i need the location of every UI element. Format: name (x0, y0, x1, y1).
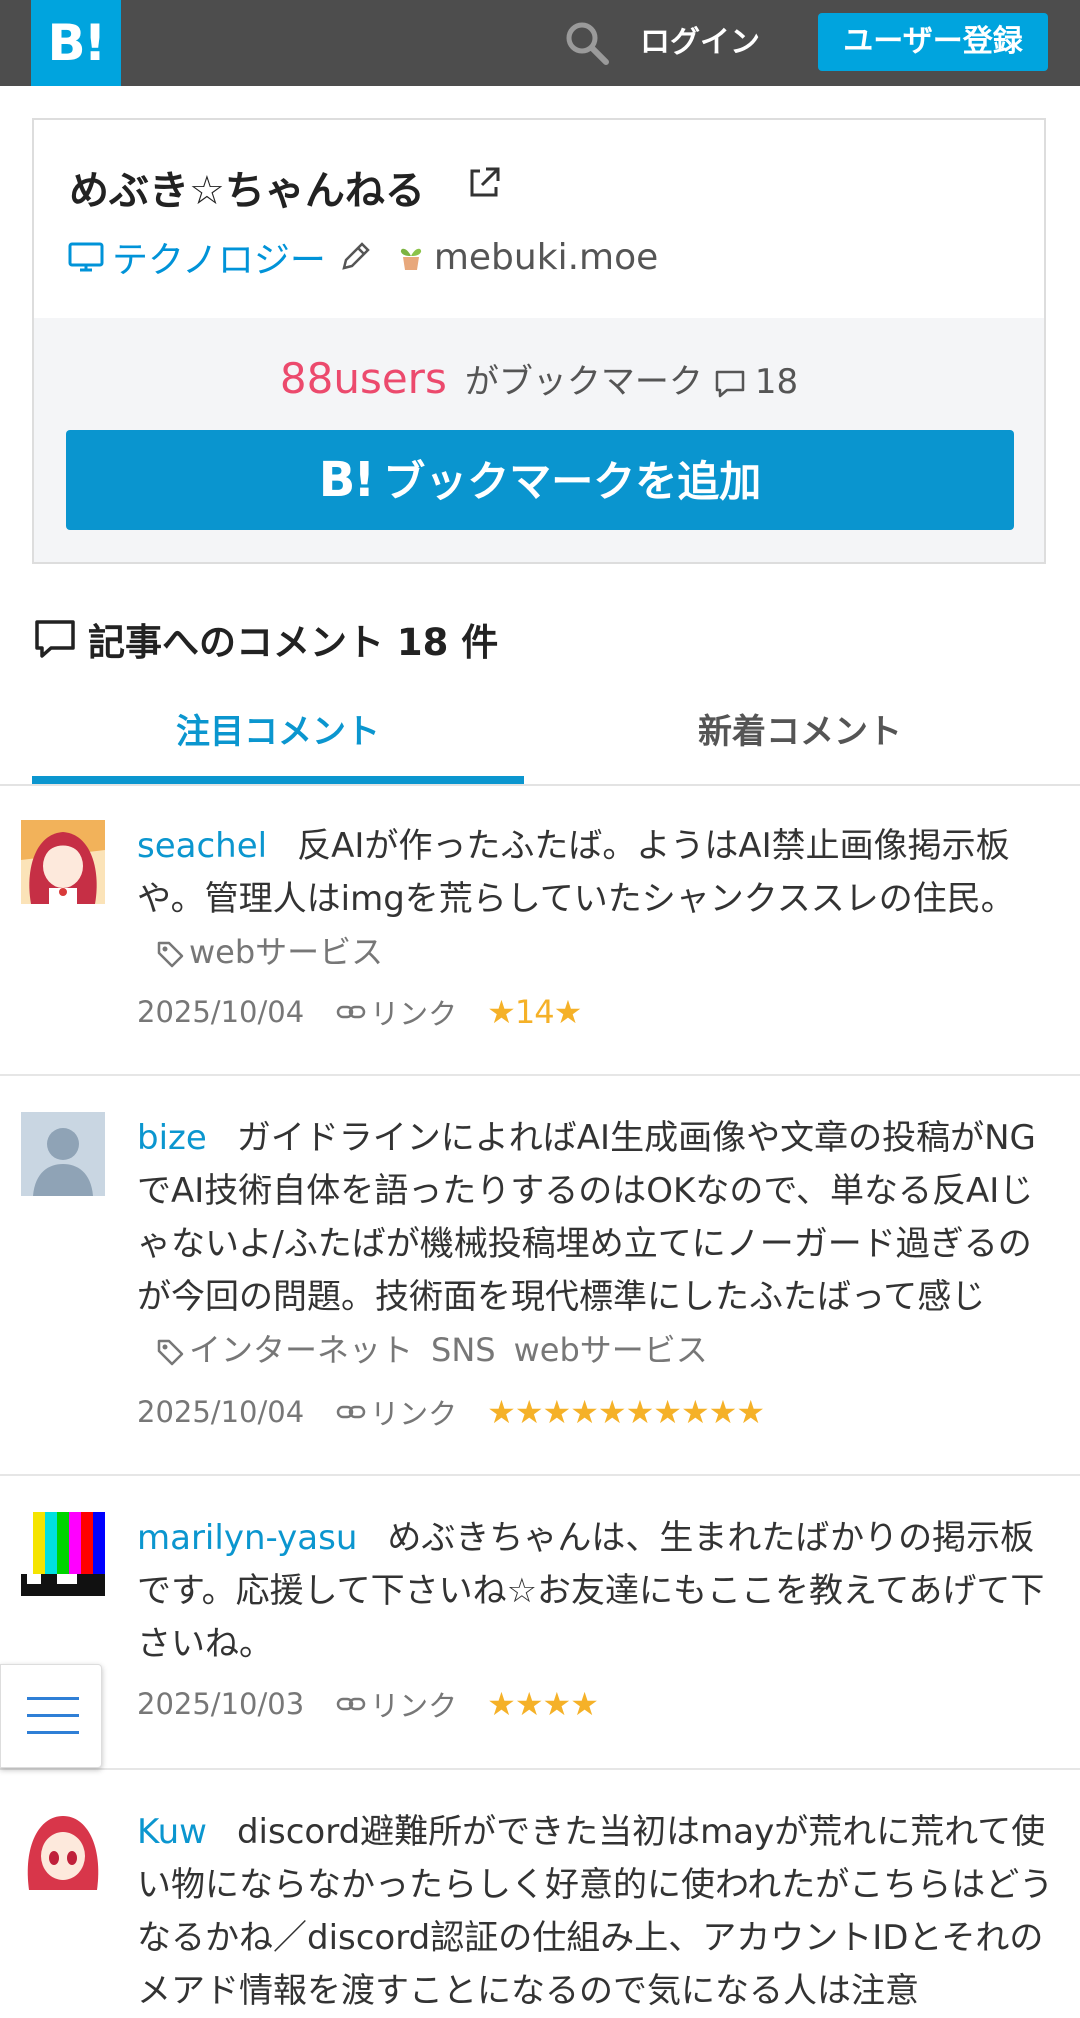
user-avatar-image (21, 820, 105, 904)
comment-body: marilyn-yasu めぶきちゃんは、生まれたばかりの掲示板です。応援して下さ… (137, 1512, 1057, 1671)
comment-text: ガイドラインによればAI生成画像や文章の投稿がNGでAI技術自体を語ったりするの… (137, 1118, 1036, 1317)
entry-meta-row: テクノロジー mebuki.moe (66, 232, 658, 282)
star-rating[interactable]: ★14★ (487, 993, 582, 1031)
comment-link[interactable]: リンク (370, 1683, 457, 1725)
comment-date: 2025/10/04 (137, 995, 305, 1029)
comment-meta: 2025/10/03 リンク ★★★★ (137, 1683, 599, 1725)
users-count-link[interactable]: 88users (280, 354, 447, 403)
link-icon (336, 1405, 366, 1419)
entry-title[interactable]: めぶき☆ちゃんねる (69, 158, 425, 216)
comment-tag[interactable]: webサービス (514, 1331, 708, 1369)
comment-link[interactable]: リンク (370, 1391, 457, 1433)
avatar[interactable] (21, 1112, 105, 1196)
pencil-icon[interactable] (338, 240, 372, 274)
bookmark-summary: 88users がブックマーク 18 B! ブックマークを追加 (34, 318, 1044, 562)
comment-meta: 2025/10/04 リンク ★★★★★★★★★★ (137, 1391, 765, 1433)
comment-tag[interactable]: webサービス (189, 933, 383, 971)
comment-bubble-icon (35, 620, 75, 658)
tab-new-comments[interactable]: 新着コメント (540, 694, 1060, 784)
comment-body: Kuw discord避難所ができた当初はmayが荒れに荒れて使い物にならなかった… (137, 1806, 1057, 2018)
star-rating[interactable]: ★★★★★★★★★★ (487, 1393, 765, 1431)
tab-featured-comments[interactable]: 注目コメント (32, 694, 524, 784)
star-rating[interactable]: ★★★★ (487, 1685, 599, 1723)
entry-card: めぶき☆ちゃんねる テクノロジー mebuki.moe 88users がブックマ… (32, 118, 1046, 564)
tag-icon (157, 1339, 184, 1366)
avatar[interactable] (21, 1806, 105, 1890)
comment-tabs: 注目コメント 新着コメント (0, 694, 1080, 786)
register-button[interactable]: ユーザー登録 (818, 13, 1048, 71)
floating-menu-button[interactable] (0, 1664, 102, 1768)
comment-text: discord避難所ができた当初はmayが荒れに荒れて使い物にならなかったらしく… (137, 1812, 1054, 2011)
site-domain-link[interactable]: mebuki.moe (434, 237, 658, 278)
color-bars-avatar-image (21, 1512, 105, 1596)
users-row: 88users がブックマーク 18 (34, 354, 1044, 403)
avatar[interactable] (21, 1512, 105, 1596)
external-link-icon[interactable] (464, 163, 504, 203)
add-bookmark-button[interactable]: B! ブックマークを追加 (66, 430, 1014, 530)
bookmark-logo-icon: B! (318, 452, 376, 508)
comment-count: 18 (754, 362, 799, 402)
comment-meta: 2025/10/04 リンク ★14★ (137, 991, 582, 1033)
avatar[interactable] (21, 820, 105, 904)
hatena-bookmark-logo[interactable]: B! (31, 0, 121, 86)
comment-item: Kuw discord避難所ができた当初はmayが荒れに荒れて使い物にならなかった… (0, 1770, 1080, 2011)
comment-tags: インターネット SNS webサービス (155, 1331, 726, 1369)
top-bar: B! ログイン ユーザー登録 (0, 0, 1080, 86)
comment-body: seachel 反AIが作ったふたば。ようはAI禁止画像掲示板や。管理人はimgを… (137, 820, 1057, 979)
comment-tag[interactable]: SNS (431, 1331, 496, 1369)
comment-tags: webサービス (155, 933, 401, 971)
comment-item: seachel 反AIが作ったふたば。ようはAI禁止画像掲示板や。管理人はimgを… (0, 784, 1080, 1076)
comment-item: bize ガイドラインによればAI生成画像や文章の投稿がNGでAI技術自体を語った… (0, 1076, 1080, 1476)
login-link[interactable]: ログイン (640, 18, 760, 68)
comment-text: 反AIが作ったふたば。ようはAI禁止画像掲示板や。管理人はimgを荒らしていたシ… (137, 826, 1015, 919)
tag-icon (157, 941, 184, 968)
hamburger-menu-icon (27, 1731, 79, 1734)
comment-link[interactable]: リンク (370, 991, 457, 1033)
comment-date: 2025/10/03 (137, 1687, 305, 1721)
comment-tag[interactable]: インターネット (189, 1331, 413, 1369)
link-icon (336, 1697, 366, 1711)
comment-body: bize ガイドラインによればAI生成画像や文章の投稿がNGでAI技術自体を語った… (137, 1112, 1057, 1377)
category-link[interactable]: テクノロジー (112, 231, 326, 283)
comment-username[interactable]: bize (137, 1118, 207, 1158)
search-icon[interactable] (562, 18, 612, 68)
link-icon (336, 1005, 366, 1019)
comment-username[interactable]: marilyn-yasu (137, 1518, 357, 1558)
comments-heading-text: 記事へのコメント 18 件 (88, 621, 499, 664)
user-avatar-image (21, 1806, 105, 1890)
comment-username[interactable]: Kuw (137, 1812, 207, 1852)
hamburger-menu-icon (27, 1697, 79, 1700)
comments-heading: 記事へのコメント 18 件 (32, 612, 498, 666)
monitor-icon (68, 242, 104, 272)
bookmarked-text: がブックマーク (464, 362, 703, 402)
comment-date: 2025/10/04 (137, 1395, 305, 1429)
default-user-icon (21, 1112, 105, 1196)
comment-username[interactable]: seachel (137, 826, 267, 866)
comment-item: marilyn-yasu めぶきちゃんは、生まれたばかりの掲示板です。応援して下さ… (0, 1476, 1080, 1770)
site-favicon-icon (400, 248, 421, 270)
comment-icon (715, 370, 745, 397)
add-bookmark-label: ブックマークを追加 (383, 457, 762, 506)
hamburger-menu-icon (27, 1714, 79, 1717)
